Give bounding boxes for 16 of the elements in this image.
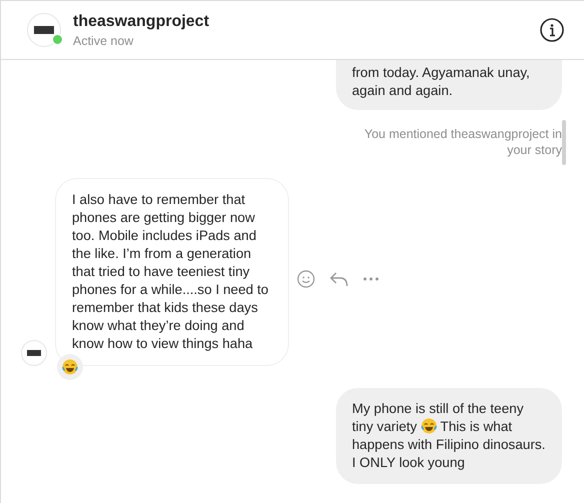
contact-name: theaswangproject xyxy=(73,12,210,30)
sender-avatar[interactable] xyxy=(21,340,47,366)
story-mention-notice: You mentioned theaswangproject in your story xyxy=(363,126,562,158)
laughing-emoji-icon xyxy=(62,359,78,375)
scrollbar-thumb[interactable] xyxy=(562,120,566,165)
active-status: Active now xyxy=(73,34,134,48)
reaction-badge[interactable] xyxy=(57,354,83,380)
received-message: I also have to remember that phones are getting bigger now too. Mobile includes iPads and the like. I’m from a generation that tried to have teeniest tiny phones for a while....so I need to remember that kids these days know what they’re doing and know how to view things haha xyxy=(55,178,289,366)
reply-icon[interactable] xyxy=(329,271,349,287)
profile-avatar[interactable] xyxy=(27,13,61,47)
laughing-emoji-icon xyxy=(420,418,437,434)
sent-message: My phone is still of the teeny tiny variety This is what happens with Filipino dinosaurs. I ONLY look young xyxy=(336,388,562,484)
sent-message: from today. Agyamanak unay, again and again. xyxy=(336,60,562,110)
emoji-react-icon[interactable] xyxy=(297,270,315,288)
info-icon[interactable] xyxy=(540,18,564,42)
more-options-icon[interactable] xyxy=(363,277,379,281)
